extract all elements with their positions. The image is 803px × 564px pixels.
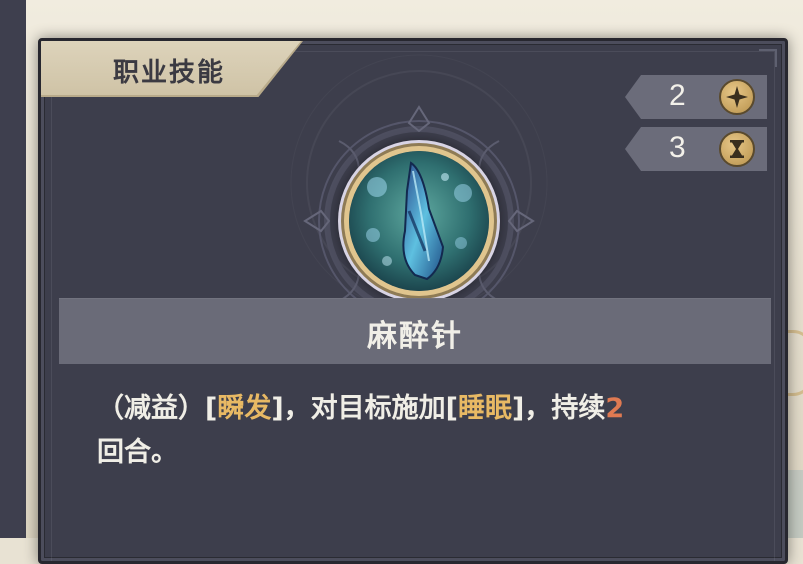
- category-tab-label: 职业技能: [113, 58, 226, 88]
- keyword-sleep: 睡眠: [458, 393, 513, 424]
- skill-name-band: 麻醉针: [59, 298, 771, 364]
- category-tab: 职业技能: [41, 41, 301, 95]
- hourglass-icon: [719, 131, 755, 167]
- description-text: ]，对目标施加[: [271, 393, 459, 424]
- description-text: 回合。: [97, 437, 178, 468]
- skill-name: 麻醉针: [367, 319, 463, 354]
- skill-cost-value: 2: [669, 79, 686, 112]
- duration-value: 2: [605, 393, 625, 424]
- description-text: ]，持续: [512, 393, 606, 424]
- left-side-bar: [0, 0, 26, 538]
- skill-cost-stat: 2: [625, 75, 767, 119]
- star-sparkle-icon: [719, 79, 755, 115]
- description-text: （减益）[: [97, 393, 218, 424]
- skill-cooldown-stat: 3: [625, 127, 767, 171]
- skill-tooltip-card: 职业技能 2 3 麻醉针 （减益）[瞬发]，对目标施加[睡眠]，持续2 回合。: [38, 38, 788, 564]
- skill-description: （减益）[瞬发]，对目标施加[睡眠]，持续2 回合。: [97, 387, 757, 475]
- skill-cooldown-value: 3: [669, 131, 686, 164]
- keyword-instant: 瞬发: [217, 393, 272, 424]
- crystal-needle-icon: [349, 151, 489, 291]
